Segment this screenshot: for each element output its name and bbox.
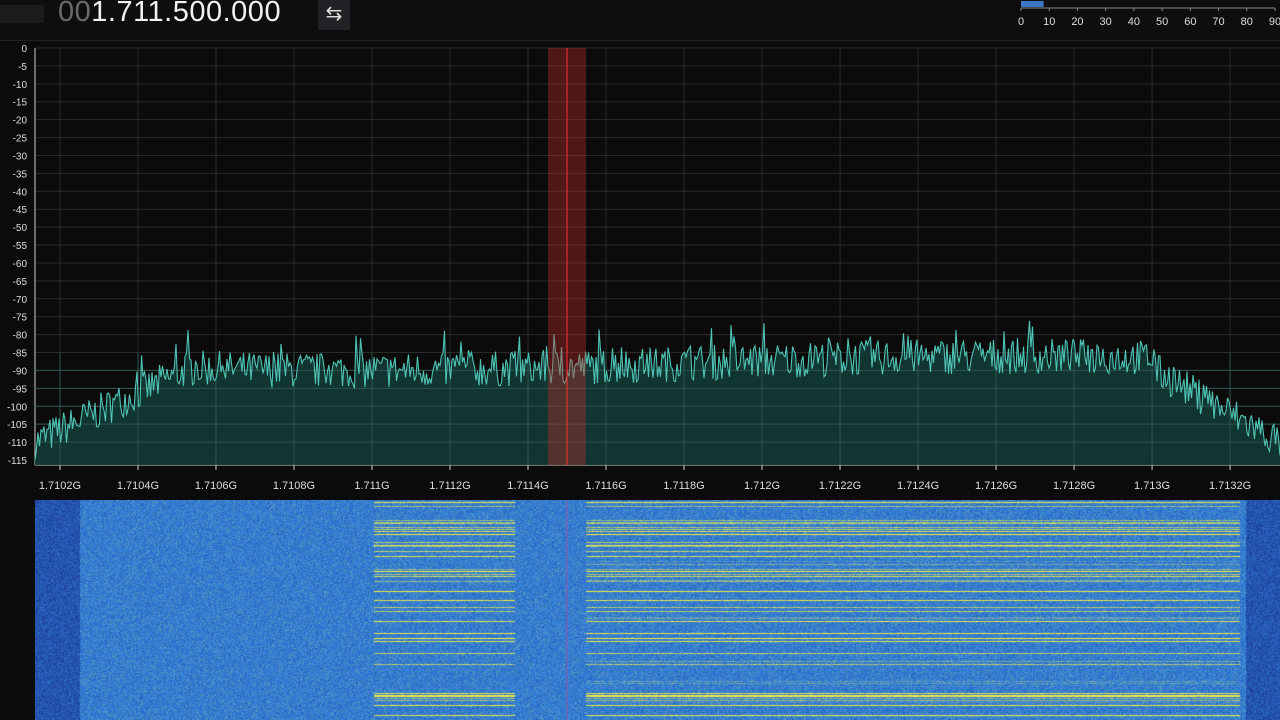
y-tick-label: -115 [8,456,28,467]
y-tick-label: -45 [13,205,28,216]
frequency-display[interactable]: 001.711.500.000 [58,0,281,29]
x-tick-label: 1.7132G [1209,480,1251,492]
x-tick-label: 1.711G [354,480,389,492]
fft-spectrum-plot[interactable]: 0 -5 -10 -15 -20 -25 -30 -35 -40 -45 -50 -55 -60 -65 -… [0,40,1280,500]
x-tick-label: 1.7108G [273,480,315,492]
y-tick-label: 0 [21,44,27,55]
x-tick-label: 1.7102G [39,480,81,492]
y-tick-label: -75 [13,313,28,324]
x-tick-label: 1.7124G [897,480,939,492]
menu-button[interactable] [0,5,44,23]
y-tick-label: -100 [7,402,27,413]
snr-tick-label: 70 [1212,16,1224,28]
snr-tick-label: 50 [1156,16,1168,28]
y-tick-label: -30 [13,151,28,162]
y-tick-label: -25 [13,134,28,145]
snr-tick-label: 60 [1184,16,1196,28]
y-tick-label: -10 [13,80,28,91]
x-tick-label: 1.7114G [507,480,548,492]
frequency-value: 1.711.500.000 [91,0,282,28]
snr-tick-label: 0 [1018,16,1024,28]
spectrum-fill [35,320,1280,465]
y-tick-label: -105 [7,420,27,431]
x-tick-label: 1.7118G [663,480,704,492]
y-tick-label: -70 [13,295,28,306]
y-tick-label: -50 [13,223,28,234]
x-tick-label: 1.712G [744,480,780,492]
y-tick-label: -15 [13,98,28,109]
x-tick-label: 1.7128G [1053,480,1095,492]
x-tick-label: 1.7122G [819,480,861,492]
snr-tick-label: 10 [1043,16,1055,28]
snr-tick-label: 20 [1071,16,1083,28]
x-tick-label: 1.713G [1134,480,1170,492]
x-tick-label: 1.7104G [117,480,159,492]
y-tick-label: -60 [13,259,28,270]
snr-tick-label: 80 [1241,16,1253,28]
snr-meter: 0 10 20 30 40 50 60 70 80 90 [1018,1,1280,28]
swap-arrows-icon[interactable]: ⇆ [318,0,350,30]
top-bar: 001.711.500.000 ⇆ 0 10 20 30 40 50 60 70 80 90 [0,0,1280,41]
y-tick-label: -5 [18,62,27,73]
x-tick-label: 1.7126G [975,480,1017,492]
x-tick-label: 1.7106G [195,480,237,492]
y-tick-label: -35 [13,169,28,180]
y-tick-label: -85 [13,349,28,360]
y-tick-label: -20 [13,116,28,127]
y-tick-label: -55 [13,241,28,252]
y-tick-label: -80 [13,331,28,342]
snr-tick-label: 90 [1269,16,1280,28]
x-tick-label: 1.7116G [585,480,626,492]
x-tick-label: 1.7112G [429,480,470,492]
snr-tick-label: 40 [1128,16,1140,28]
y-tick-label: -90 [13,366,28,377]
frequency-leading-zeros: 00 [58,0,92,28]
y-tick-label: -110 [8,438,28,449]
y-tick-label: -40 [13,187,28,198]
snr-tick-label: 30 [1100,16,1112,28]
y-tick-label: -95 [13,384,28,395]
waterfall[interactable] [35,500,1280,720]
snr-level-bar [1021,1,1044,7]
y-tick-label: -65 [13,277,28,288]
